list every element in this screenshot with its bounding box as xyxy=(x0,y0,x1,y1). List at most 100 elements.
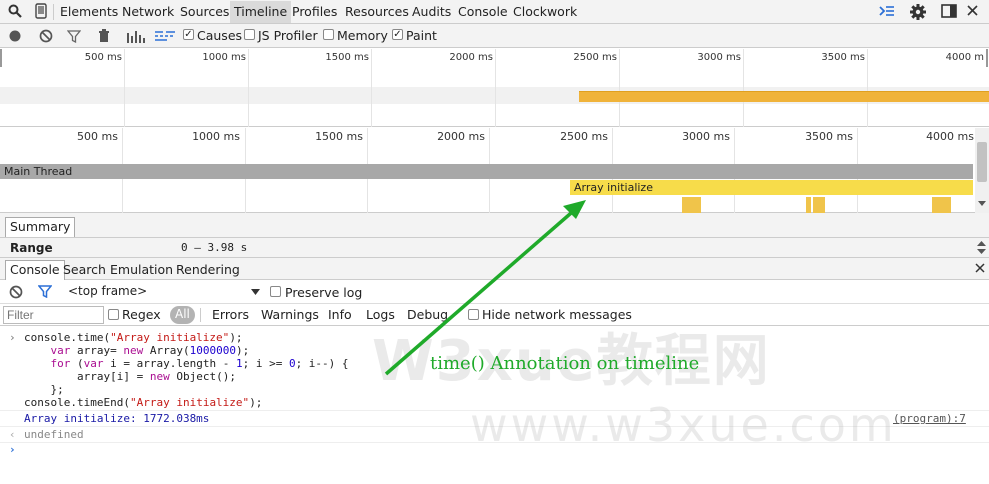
level-info-button[interactable]: Info xyxy=(328,307,352,322)
regex-label: Regex xyxy=(122,307,161,322)
console-result: undefined xyxy=(24,428,84,441)
show-drawer-icon[interactable] xyxy=(879,4,895,21)
range-label: Range xyxy=(10,241,53,255)
drawer-resize-icon[interactable] xyxy=(977,241,986,255)
overview-tick-label: 2000 ms xyxy=(449,52,493,63)
preserve-log-label: Preserve log xyxy=(285,285,363,300)
frame-select[interactable]: <top frame> xyxy=(68,284,147,298)
detail-tick-label: 500 ms xyxy=(77,130,118,143)
flame-chart-icon[interactable] xyxy=(127,30,145,46)
tab-console[interactable]: Console xyxy=(458,4,508,19)
device-mode-icon[interactable] xyxy=(35,3,47,22)
jsprofiler-checkbox[interactable] xyxy=(244,29,255,40)
jsprofiler-label: JS Profiler xyxy=(258,28,318,43)
frames-view-icon[interactable] xyxy=(155,30,175,45)
code-line: console.timeEnd("Array initialize"); xyxy=(24,396,263,409)
level-warnings-button[interactable]: Warnings xyxy=(261,307,319,322)
watermark-url: www.w3xue.com xyxy=(470,398,897,452)
overview-tick-label: 3500 ms xyxy=(821,52,865,63)
tab-elements[interactable]: Elements xyxy=(60,4,118,19)
frame-dropdown-icon[interactable] xyxy=(251,289,260,295)
code-line: console.time("Array initialize"); xyxy=(24,331,243,344)
console-toolbar: <top frame> Preserve log xyxy=(0,280,989,304)
code-line: var array= new Array(1000000); xyxy=(50,344,250,357)
timeline-overview[interactable]: 500 ms 1000 ms 1500 ms 2000 ms 2500 ms 3… xyxy=(0,49,989,127)
drawer-tab-bar: Console Search Emulation Rendering xyxy=(0,258,989,280)
level-errors-button[interactable]: Errors xyxy=(212,307,249,322)
prompt-icon[interactable]: › xyxy=(9,443,16,456)
garbage-collect-icon[interactable] xyxy=(98,29,110,46)
causes-checkbox[interactable]: ✓ xyxy=(183,29,194,40)
tab-drawer-emulation[interactable]: Emulation xyxy=(110,262,173,277)
filter-toggle-icon[interactable] xyxy=(37,285,53,301)
code-line: array[i] = new Object(); xyxy=(24,370,236,383)
overview-tick-label: 4000 m xyxy=(945,52,984,63)
filter-input[interactable] xyxy=(3,306,104,324)
tab-drawer-console[interactable]: Console xyxy=(5,260,65,280)
detail-tick-label: 1500 ms xyxy=(315,130,363,143)
detail-tick-label: 4000 ms xyxy=(926,130,974,143)
paint-event[interactable] xyxy=(813,197,825,213)
tab-timeline[interactable]: Timeline xyxy=(230,1,292,23)
clear-icon[interactable] xyxy=(39,29,53,46)
paint-event[interactable] xyxy=(806,197,811,213)
record-icon[interactable] xyxy=(9,30,21,45)
overview-tick-label: 1500 ms xyxy=(325,52,369,63)
timeline-detail[interactable]: 500 ms 1000 ms 1500 ms 2000 ms 2500 ms 3… xyxy=(0,128,989,213)
memory-label: Memory xyxy=(337,28,388,43)
code-line: }; xyxy=(24,383,64,396)
causes-label: Causes xyxy=(197,28,243,43)
tab-audits[interactable]: Audits xyxy=(412,4,451,19)
overview-tick-label: 500 ms xyxy=(84,52,122,63)
paint-event[interactable] xyxy=(932,197,951,213)
overview-tick-label: 2500 ms xyxy=(573,52,617,63)
main-thread-header[interactable]: Main Thread xyxy=(0,164,973,179)
detail-tick-label: 3500 ms xyxy=(805,130,853,143)
timeline-toolbar: ✓ Causes JS Profiler Memory ✓ Paint xyxy=(0,24,989,48)
preserve-log-checkbox[interactable] xyxy=(270,286,281,297)
paint-checkbox[interactable]: ✓ xyxy=(392,29,403,40)
overview-right-handle[interactable] xyxy=(986,49,988,67)
overview-left-handle[interactable] xyxy=(0,49,2,67)
tab-clockwork[interactable]: Clockwork xyxy=(513,4,577,19)
devtools-tab-bar: Elements Network Sources Timeline Profil… xyxy=(0,0,989,24)
source-link[interactable]: (program):7 xyxy=(893,412,966,425)
tab-sources[interactable]: Sources xyxy=(180,4,229,19)
tab-network[interactable]: Network xyxy=(122,4,174,19)
overview-tick-label: 1000 ms xyxy=(202,52,246,63)
memory-checkbox[interactable] xyxy=(323,29,334,40)
clear-console-icon[interactable] xyxy=(9,285,23,302)
tab-resources[interactable]: Resources xyxy=(345,4,409,19)
detail-tick-label: 1000 ms xyxy=(192,130,240,143)
level-all-button[interactable]: All xyxy=(170,306,195,324)
tab-profiles[interactable]: Profiles xyxy=(292,4,337,19)
annotation-label: time() Annotation on timeline xyxy=(430,353,700,374)
array-initialize-event[interactable]: Array initialize xyxy=(570,180,973,195)
paint-label: Paint xyxy=(406,28,437,43)
range-value: 0 – 3.98 s xyxy=(181,241,248,254)
close-drawer-icon[interactable] xyxy=(975,262,985,276)
overview-activity-bar xyxy=(579,91,989,102)
paint-event[interactable] xyxy=(682,197,701,213)
detail-tick-label: 3000 ms xyxy=(682,130,730,143)
summary-bar: Summary xyxy=(0,213,989,238)
result-arrow-icon: ‹ xyxy=(9,428,16,441)
detail-tick-label: 2000 ms xyxy=(437,130,485,143)
range-row: Range 0 – 3.98 s xyxy=(0,238,989,258)
detail-tick-label: 2500 ms xyxy=(560,130,608,143)
detail-scrollbar[interactable] xyxy=(975,128,989,213)
console-log-message: Array initialize: 1772.038ms xyxy=(24,412,210,425)
tab-drawer-rendering[interactable]: Rendering xyxy=(176,262,240,277)
tab-drawer-search[interactable]: Search xyxy=(63,262,106,277)
search-icon[interactable] xyxy=(8,4,22,21)
filter-icon[interactable] xyxy=(66,30,82,46)
gear-icon[interactable] xyxy=(909,3,927,24)
close-icon[interactable] xyxy=(967,5,978,19)
dock-side-icon[interactable] xyxy=(941,4,957,21)
code-line: for (var i = array.length - 1; i >= 0; i… xyxy=(50,357,349,370)
tab-summary[interactable]: Summary xyxy=(5,217,76,237)
regex-checkbox[interactable] xyxy=(108,309,119,320)
scrollbar-thumb[interactable] xyxy=(977,142,987,182)
overview-tick-label: 3000 ms xyxy=(697,52,741,63)
input-prompt-icon: › xyxy=(9,331,16,344)
